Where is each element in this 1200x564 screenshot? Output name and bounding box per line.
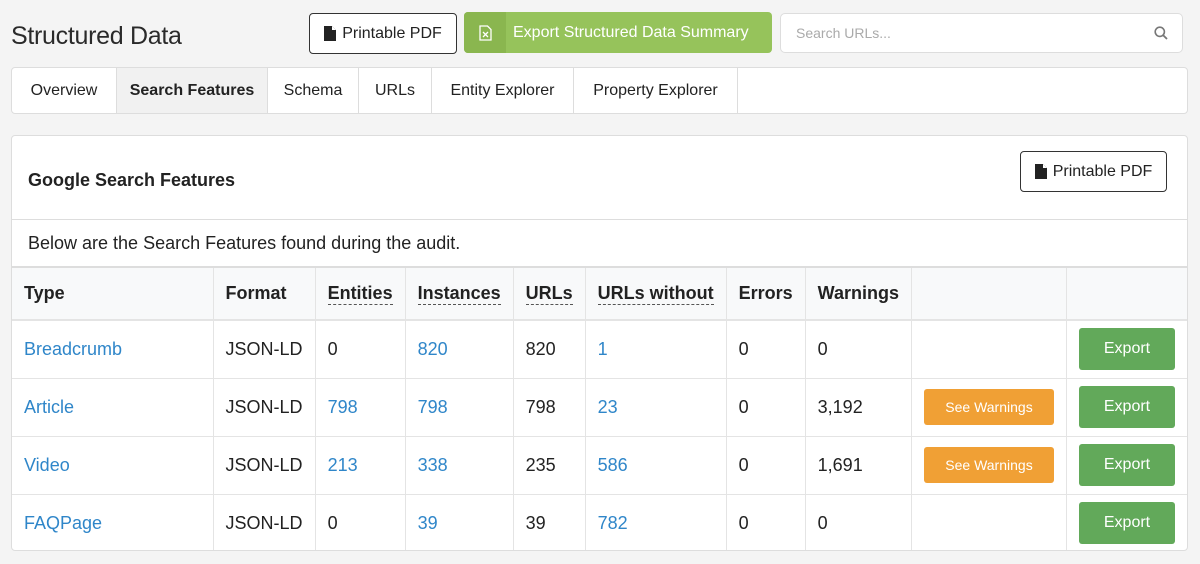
export-button[interactable]: Export <box>1079 444 1175 486</box>
see-warnings-button[interactable]: See Warnings <box>924 447 1054 483</box>
warnings-cell: 0 <box>805 494 913 550</box>
tab-entity-explorer[interactable]: Entity Explorer <box>432 68 574 113</box>
errors-cell: 0 <box>726 378 806 436</box>
col-header-export <box>1067 268 1188 320</box>
instances-link[interactable]: 39 <box>405 494 514 550</box>
tab-bar: Overview Search Features Schema URLs Ent… <box>11 67 1188 114</box>
see-warnings-cell: See Warnings <box>911 436 1067 494</box>
col-header-actions <box>911 268 1067 320</box>
tab-urls[interactable]: URLs <box>359 68 432 113</box>
format-cell: JSON-LD <box>213 494 316 550</box>
document-icon <box>1034 164 1047 179</box>
errors-cell: 0 <box>726 494 806 550</box>
see-warnings-cell <box>911 494 1067 550</box>
warnings-cell: 1,691 <box>805 436 913 494</box>
export-button[interactable]: Export <box>1079 502 1175 545</box>
col-header-urls-without[interactable]: URLs without <box>585 268 727 320</box>
urls-without-link[interactable]: 1 <box>585 320 727 378</box>
page-title: Structured Data <box>11 22 182 50</box>
table-row: Article JSON-LD 798 798 798 23 0 3,192 See Warni… <box>12 378 1187 436</box>
excel-file-icon <box>478 24 492 41</box>
format-cell: JSON-LD <box>213 320 316 378</box>
urls-without-link[interactable]: 23 <box>585 378 727 436</box>
panel-printable-pdf-label: Printable PDF <box>1052 162 1153 180</box>
urls-without-link[interactable]: 586 <box>585 436 727 494</box>
see-warnings-cell: See Warnings <box>911 378 1067 436</box>
warnings-cell: 0 <box>805 320 913 378</box>
urls-cell: 39 <box>513 494 586 550</box>
col-header-instances[interactable]: Instances <box>405 268 514 320</box>
export-cell: Export <box>1067 320 1188 378</box>
type-link[interactable]: Video <box>12 436 214 494</box>
tab-search-features[interactable]: Search Features <box>117 68 268 113</box>
entities-cell: 0 <box>315 494 406 550</box>
panel-title: Google Search Features <box>28 170 236 190</box>
export-cell: Export <box>1067 494 1188 550</box>
search-features-panel: Google Search Features Printable PDF Bel… <box>11 135 1188 551</box>
col-header-warnings: Warnings <box>805 268 913 320</box>
col-header-errors: Errors <box>726 268 806 320</box>
col-header-urls[interactable]: URLs <box>513 268 586 320</box>
panel-printable-pdf-button[interactable]: Printable PDF <box>1020 151 1167 192</box>
type-link[interactable]: FAQPage <box>12 494 214 550</box>
urls-cell: 798 <box>513 378 586 436</box>
table-header-row: Type Format Entities Instances URLs URLs… <box>12 268 1187 320</box>
type-link[interactable]: Article <box>12 378 214 436</box>
export-cell: Export <box>1067 378 1188 436</box>
errors-cell: 0 <box>726 320 806 378</box>
entities-cell[interactable]: 213 <box>315 436 406 494</box>
col-header-entities[interactable]: Entities <box>315 268 406 320</box>
instances-link[interactable]: 820 <box>405 320 514 378</box>
see-warnings-button[interactable]: See Warnings <box>924 389 1054 425</box>
export-button[interactable]: Export <box>1079 386 1175 428</box>
table-row: Video JSON-LD 213 338 235 586 0 1,691 See Warnin… <box>12 436 1187 494</box>
table-row: FAQPage JSON-LD 0 39 39 782 0 0 Export <box>12 494 1188 550</box>
warnings-cell: 3,192 <box>805 378 913 436</box>
search-features-table: Type Format Entities Instances URLs URLs… <box>12 268 1188 550</box>
instances-link[interactable]: 798 <box>405 378 514 436</box>
col-header-type: Type <box>12 268 214 320</box>
col-header-format: Format <box>213 268 316 320</box>
printable-pdf-button[interactable]: Printable PDF <box>309 13 457 54</box>
format-cell: JSON-LD <box>213 378 316 436</box>
tab-overview[interactable]: Overview <box>12 68 117 113</box>
tab-schema[interactable]: Schema <box>268 68 359 113</box>
tab-property-explorer[interactable]: Property Explorer <box>574 68 738 113</box>
search-box <box>780 13 1183 53</box>
search-icon[interactable] <box>1154 26 1168 45</box>
panel-description: Below are the Search Features found duri… <box>12 220 1187 268</box>
table-row: Breadcrumb JSON-LD 0 820 820 1 0 0 Export <box>12 320 1187 378</box>
entities-cell[interactable]: 798 <box>315 378 406 436</box>
export-summary-button[interactable]: Export Structured Data Summary <box>464 12 772 53</box>
search-input[interactable] <box>781 25 1141 41</box>
document-icon <box>324 26 337 41</box>
urls-without-link[interactable]: 782 <box>585 494 727 550</box>
errors-cell: 0 <box>726 436 806 494</box>
type-link[interactable]: Breadcrumb <box>12 320 214 378</box>
urls-cell: 820 <box>513 320 586 378</box>
export-summary-label: Export Structured Data Summary <box>513 23 749 41</box>
printable-pdf-label: Printable PDF <box>342 24 442 42</box>
urls-cell: 235 <box>513 436 586 494</box>
export-button[interactable]: Export <box>1079 328 1175 371</box>
see-warnings-cell <box>911 320 1067 378</box>
instances-link[interactable]: 338 <box>405 436 514 494</box>
export-cell: Export <box>1067 436 1188 494</box>
entities-cell: 0 <box>315 320 406 378</box>
format-cell: JSON-LD <box>213 436 316 494</box>
